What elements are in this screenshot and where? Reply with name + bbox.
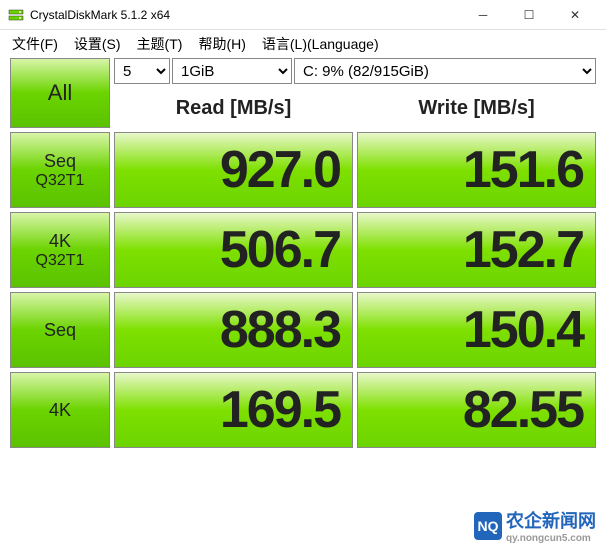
test-count-select[interactable]: 5 — [114, 58, 170, 84]
test-size-select[interactable]: 1GiB — [172, 58, 292, 84]
maximize-button[interactable]: ☐ — [506, 0, 552, 30]
title-bar: CrystalDiskMark 5.1.2 x64 ─ ☐ ✕ — [0, 0, 606, 30]
4k-q32t1-read: 506.7 — [114, 212, 353, 288]
seq-q32t1-read: 927.0 — [114, 132, 353, 208]
seq-read: 888.3 — [114, 292, 353, 368]
4k-write: 82.55 — [357, 372, 596, 448]
write-header: Write [MB/s] — [357, 88, 596, 128]
seq-write: 150.4 — [357, 292, 596, 368]
all-button[interactable]: All — [10, 58, 110, 128]
app-icon — [8, 7, 24, 23]
4k-button[interactable]: 4K — [10, 372, 110, 448]
4k-q32t1-button[interactable]: 4K Q32T1 — [10, 212, 110, 288]
menu-file[interactable]: 文件(F) — [4, 30, 66, 58]
menu-help[interactable]: 帮助(H) — [190, 30, 253, 58]
seq-button[interactable]: Seq — [10, 292, 110, 368]
menu-language[interactable]: 语言(L)(Language) — [254, 30, 387, 58]
watermark-logo: NQ — [474, 512, 502, 540]
window-controls: ─ ☐ ✕ — [460, 0, 598, 30]
close-button[interactable]: ✕ — [552, 0, 598, 30]
window-title: CrystalDiskMark 5.1.2 x64 — [30, 8, 460, 22]
seq-q32t1-write: 151.6 — [357, 132, 596, 208]
menu-theme[interactable]: 主题(T) — [129, 30, 191, 58]
watermark: NQ 农企新闻网 qy.nongcun5.com — [474, 507, 596, 544]
read-header: Read [MB/s] — [114, 88, 353, 128]
drive-select[interactable]: C: 9% (82/915GiB) — [294, 58, 596, 84]
menu-settings[interactable]: 设置(S) — [66, 30, 129, 58]
controls-row: 5 1GiB C: 9% (82/915GiB) — [114, 58, 596, 84]
watermark-url: qy.nongcun5.com — [506, 533, 596, 544]
benchmark-area: All 5 1GiB C: 9% (82/915GiB) Read [MB/s]… — [0, 58, 606, 458]
menu-bar: 文件(F) 设置(S) 主题(T) 帮助(H) 语言(L)(Language) — [0, 30, 606, 58]
4k-read: 169.5 — [114, 372, 353, 448]
seq-q32t1-button[interactable]: Seq Q32T1 — [10, 132, 110, 208]
all-button-label: All — [48, 80, 72, 106]
minimize-button[interactable]: ─ — [460, 0, 506, 30]
watermark-text: 农企新闻网 — [506, 511, 596, 531]
4k-q32t1-write: 152.7 — [357, 212, 596, 288]
